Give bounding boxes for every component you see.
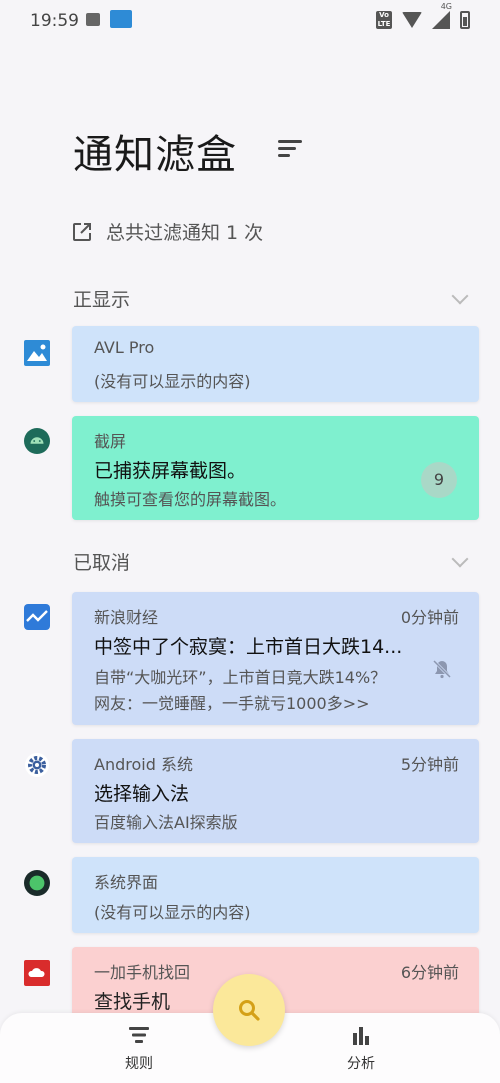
network-type: 4G (440, 2, 452, 11)
nav-analysis-label: 分析 (347, 1056, 375, 1072)
filter-count-text: 总共过滤通知 1 次 (106, 222, 264, 244)
card-text-line1: 自带“大咖光环”，上市首日竟大跌14%？ (94, 668, 387, 687)
bar-chart-icon (353, 1027, 369, 1045)
battery-icon (460, 11, 470, 29)
page-title: 通知滤盒 (73, 132, 237, 178)
notification-card-sina[interactable]: 新浪财经 0分钟前 中签中了个寂寞：上市首日大跌14... 自带“大咖光环”，上… (72, 592, 479, 725)
section-cancelled-header: 已取消 (73, 552, 131, 574)
chevron-down-icon[interactable] (451, 287, 469, 305)
volte-icon: Vo LTE (376, 11, 392, 29)
filter-summary[interactable]: 总共过滤通知 1 次 (72, 218, 263, 245)
gallery-notification-icon (86, 13, 100, 26)
android-icon (24, 428, 50, 454)
card-text: 触摸可查看您的屏幕截图。 (94, 490, 287, 509)
search-icon (239, 1000, 260, 1021)
card-title: 查找手机 (94, 991, 171, 1013)
notification-card-system-ui[interactable]: 系统界面 (没有可以显示的内容) (72, 857, 479, 933)
avl-notification-icon (110, 10, 132, 28)
card-title: 中签中了个寂寞：上市首日大跌14... (94, 636, 403, 658)
notification-card-android-system[interactable]: Android 系统 5分钟前 选择输入法 百度输入法AI探索版 (72, 739, 479, 843)
card-app-name: 截屏 (94, 432, 127, 451)
card-app-name: 一加手机找回 (94, 963, 191, 982)
filter-list-icon (129, 1027, 149, 1043)
notification-card-screenshot[interactable]: 截屏 已捕获屏幕截图。 触摸可查看您的屏幕截图。 9 (72, 416, 479, 520)
card-time: 0分钟前 (400, 608, 459, 627)
card-app-name: 系统界面 (94, 873, 159, 892)
card-app-name: AVL Pro (94, 338, 155, 357)
card-time: 5分钟前 (400, 755, 459, 774)
nav-rules-label: 规则 (125, 1056, 153, 1072)
chevron-down-icon[interactable] (451, 550, 469, 568)
notification-card-avl[interactable]: AVL Pro (没有可以显示的内容) (72, 326, 479, 402)
status-right: Vo LTE (376, 11, 470, 29)
card-text: (没有可以显示的内容) (94, 903, 251, 922)
card-title: 选择输入法 (94, 783, 190, 805)
count-badge: 9 (421, 462, 457, 498)
card-text: 百度输入法AI探索版 (94, 813, 238, 832)
status-time: 19:59 (30, 11, 79, 31)
card-app-name: 新浪财经 (94, 608, 159, 627)
status-bar: 19:59 Vo LTE 4G (0, 0, 500, 42)
sort-icon[interactable] (278, 140, 302, 158)
system-ui-icon (24, 870, 50, 896)
nav-rules[interactable]: 规则 (109, 1025, 169, 1073)
wifi-icon (402, 12, 422, 28)
cloud-icon (24, 960, 50, 986)
card-title: 已捕获屏幕截图。 (94, 460, 247, 482)
card-app-name: Android 系统 (94, 755, 193, 774)
card-text-line2: 网友：一觉睡醒，一手就亏1000多>> (94, 694, 370, 713)
nav-analysis[interactable]: 分析 (331, 1025, 391, 1073)
card-time: 6分钟前 (400, 963, 459, 982)
search-button[interactable] (213, 974, 285, 1046)
gear-icon (24, 752, 50, 778)
bell-off-icon (432, 659, 452, 679)
card-text: (没有可以显示的内容) (94, 372, 251, 391)
sina-finance-icon (24, 604, 50, 630)
avl-image-icon (24, 340, 50, 366)
open-external-icon (73, 222, 91, 241)
signal-icon (432, 11, 450, 29)
section-showing-header: 正显示 (73, 289, 131, 311)
